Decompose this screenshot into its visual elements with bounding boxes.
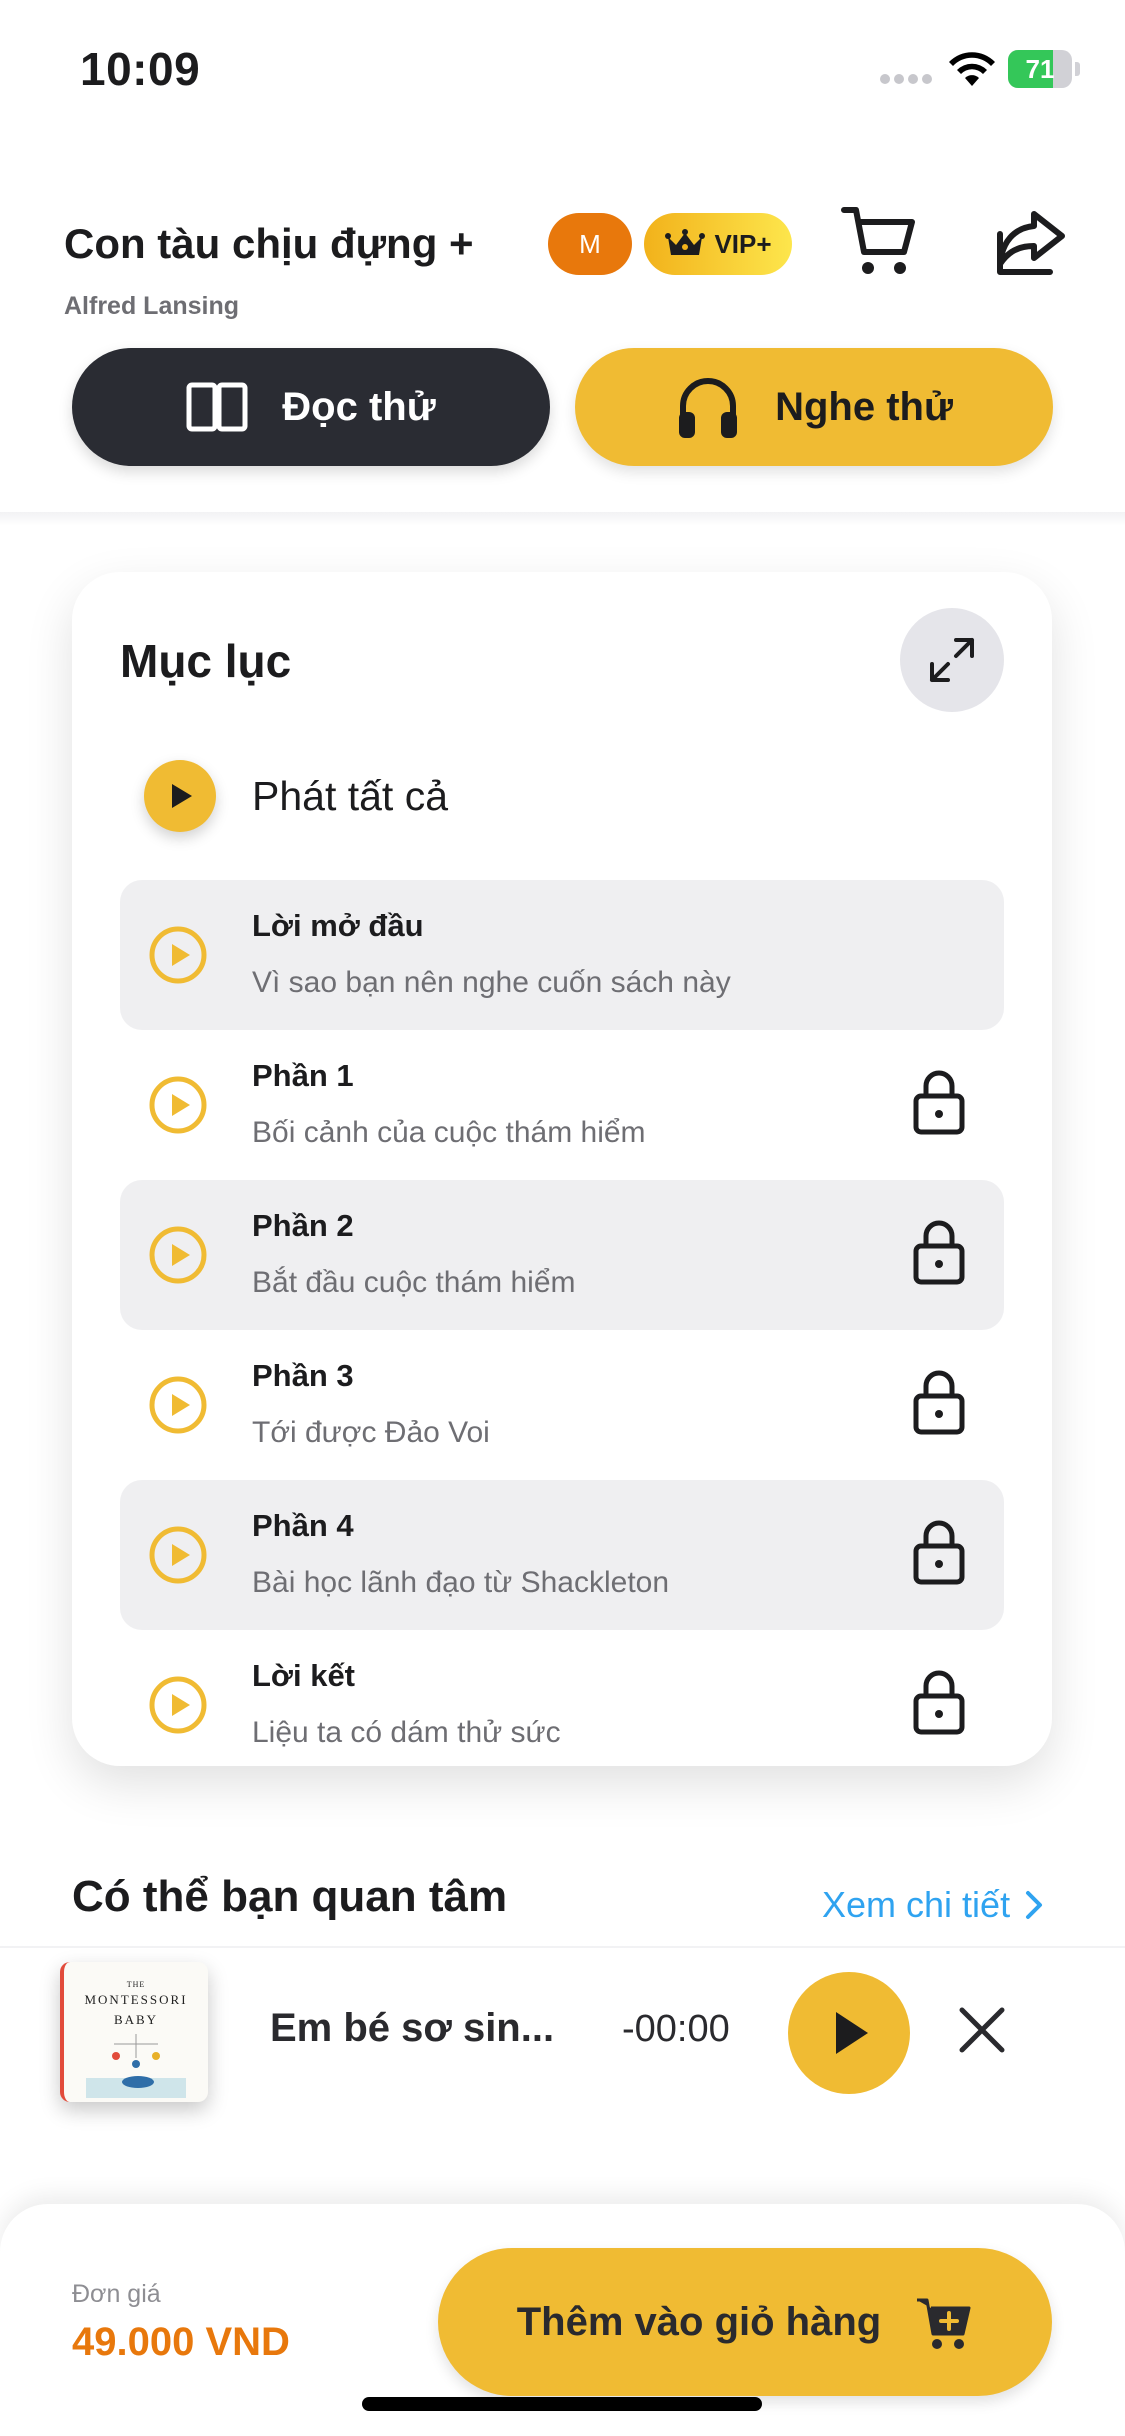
- play-circle-icon[interactable]: [148, 1075, 208, 1135]
- book-open-icon: [186, 382, 248, 432]
- play-circle-icon[interactable]: [148, 925, 208, 985]
- toc-list: Lời mở đầu Vì sao bạn nên nghe cuốn sách…: [120, 880, 1004, 1766]
- add-to-cart-button[interactable]: Thêm vào giỏ hàng: [438, 2248, 1052, 2396]
- toc-item[interactable]: Phần 3 Tới được Đảo Voi: [120, 1330, 1004, 1480]
- wifi-icon: [949, 52, 995, 86]
- battery-icon: 71: [1008, 50, 1080, 88]
- play-all-icon: [144, 760, 216, 832]
- section-divider: [0, 512, 1125, 526]
- play-circle-icon[interactable]: [148, 1225, 208, 1285]
- lock-icon: [913, 1670, 965, 1735]
- toc-item[interactable]: Phần 2 Bắt đầu cuộc thám hiểm: [120, 1180, 1004, 1330]
- toc-item[interactable]: Phần 1 Bối cảnh của cuộc thám hiểm: [120, 1030, 1004, 1180]
- toc-item-subtitle: Bắt đầu cuộc thám hiểm: [252, 1266, 576, 1299]
- vip-badge: VIP+: [644, 213, 792, 275]
- cart-icon[interactable]: [838, 200, 918, 280]
- add-to-cart-label: Thêm vào giỏ hàng: [516, 2299, 882, 2344]
- book-cover[interactable]: THE MONTESSORI BABY: [60, 1962, 208, 2102]
- toc-item-title: Phần 4: [252, 1508, 354, 1543]
- toc-item-subtitle: Tới được Đảo Voi: [252, 1416, 490, 1449]
- cellular-signal-icon: [880, 74, 934, 84]
- remaining-time: -00:00: [622, 2008, 730, 2050]
- cover-text: THE: [126, 1980, 146, 1989]
- cover-text: BABY: [113, 2012, 159, 2027]
- toc-item-subtitle: Bối cảnh của cuộc thám hiểm: [252, 1116, 646, 1149]
- cover-text: MONTESSORI: [84, 1992, 188, 2007]
- lock-icon: [913, 1220, 965, 1285]
- expand-icon: [930, 638, 974, 682]
- toc-item[interactable]: Lời kết Liệu ta có dám thử sức: [120, 1630, 1004, 1766]
- expand-button[interactable]: [900, 608, 1004, 712]
- cover-illustration: [86, 2034, 186, 2098]
- toc-item-title: Phần 1: [252, 1058, 354, 1093]
- share-icon[interactable]: [990, 200, 1070, 280]
- now-playing-title[interactable]: Em bé sơ sin...: [270, 2006, 554, 2051]
- toc-item-subtitle: Vì sao bạn nên nghe cuốn sách này: [252, 966, 731, 999]
- chevron-right-icon: [1026, 1891, 1043, 1919]
- play-all-label: Phát tất cả: [252, 772, 449, 819]
- toc-item-title: Lời mở đầu: [252, 908, 424, 943]
- toc-title: Mục lục: [120, 635, 292, 687]
- headphones-icon: [679, 378, 738, 438]
- lock-icon: [913, 1070, 965, 1135]
- membership-badge: M: [548, 213, 632, 275]
- toc-item[interactable]: Lời mở đầu Vì sao bạn nên nghe cuốn sách…: [120, 880, 1004, 1030]
- listen-sample-button[interactable]: Nghe thử: [575, 348, 1053, 466]
- see-more-link[interactable]: Xem chi tiết: [822, 1884, 1044, 1926]
- play-button[interactable]: [788, 1972, 910, 2094]
- book-title: Con tàu chịu đựng +: [64, 220, 474, 267]
- home-indicator: [362, 2397, 762, 2411]
- toc-item[interactable]: Phần 4 Bài học lãnh đạo từ Shackleton: [120, 1480, 1004, 1630]
- vip-badge-label: VIP+: [714, 228, 772, 259]
- see-more-label: Xem chi tiết: [822, 1884, 1011, 1925]
- cart-plus-icon: [917, 2298, 971, 2349]
- lock-icon: [913, 1520, 965, 1585]
- toc-item-title: Phần 3: [252, 1358, 354, 1393]
- listen-sample-label: Nghe thử: [775, 384, 953, 429]
- play-circle-icon[interactable]: [148, 1375, 208, 1435]
- book-author[interactable]: Alfred Lansing: [64, 292, 239, 321]
- toc-item-title: Phần 2: [252, 1208, 354, 1243]
- toc-card: Mục lục Phát tất cả Lời mở đầu Vì sao bạ…: [72, 572, 1052, 1766]
- play-circle-icon[interactable]: [148, 1525, 208, 1585]
- lock-icon: [913, 1370, 965, 1435]
- toc-item-title: Lời kết: [252, 1658, 356, 1693]
- play-icon: [836, 2012, 868, 2054]
- mini-player: THE MONTESSORI BABY Em bé sơ sin... -00:…: [0, 1946, 1125, 2116]
- price-value: 49.000 VND: [72, 2320, 290, 2364]
- toc-item-subtitle: Liệu ta có dám thử sức: [252, 1716, 561, 1749]
- close-icon[interactable]: [952, 2000, 1012, 2060]
- play-all-button[interactable]: Phát tất cả: [144, 760, 448, 832]
- recommend-title: Có thể bạn quan tâm: [72, 1872, 508, 1921]
- crown-icon: [665, 229, 706, 255]
- play-circle-icon[interactable]: [148, 1675, 208, 1735]
- price-label: Đơn giá: [72, 2280, 161, 2308]
- status-time: 10:09: [80, 43, 201, 95]
- read-sample-label: Đọc thử: [282, 384, 436, 429]
- battery-level: 71: [1025, 54, 1055, 84]
- read-sample-button[interactable]: Đọc thử: [72, 348, 550, 466]
- toc-item-subtitle: Bài học lãnh đạo từ Shackleton: [252, 1566, 670, 1599]
